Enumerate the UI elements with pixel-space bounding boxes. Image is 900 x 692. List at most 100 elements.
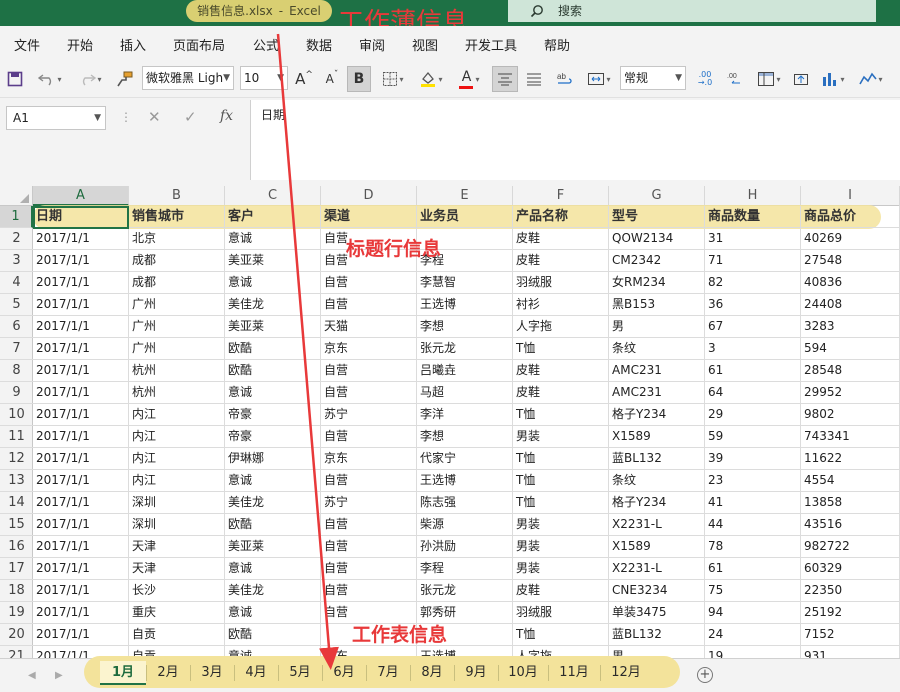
cell[interactable]: 帝豪 (225, 404, 321, 426)
cell[interactable]: 内江 (129, 404, 225, 426)
cell[interactable]: 2017/1/1 (33, 228, 129, 250)
drag-handle-icon[interactable]: ⋮ (120, 110, 132, 124)
column-header-a[interactable]: A (33, 186, 129, 206)
cell[interactable]: 自营 (321, 272, 417, 294)
row-header[interactable]: 20 (0, 624, 33, 646)
cell[interactable]: 长沙 (129, 580, 225, 602)
cell[interactable]: 39 (705, 448, 801, 470)
insert-cells-button[interactable] (790, 66, 812, 92)
cell[interactable]: 意诚 (225, 558, 321, 580)
cell[interactable]: 广州 (129, 294, 225, 316)
menu-view[interactable]: 视图 (412, 35, 438, 54)
undo-button[interactable]: ▾ (34, 66, 66, 92)
cell[interactable]: 欧酷 (225, 624, 321, 646)
cell[interactable]: 美亚莱 (225, 316, 321, 338)
scroll-left-icon[interactable]: ◀ (28, 670, 36, 681)
cell[interactable]: 型号 (609, 206, 705, 228)
cell[interactable]: X1589 (609, 536, 705, 558)
row-header[interactable]: 15 (0, 514, 33, 536)
cell[interactable]: 柴源 (417, 514, 513, 536)
worksheet-grid[interactable]: 日期 销售城市 客户 渠道 业务员 产品名称 型号 商品数量 商品总价 2017/1/1 北京 意诚自… (33, 206, 900, 658)
cell[interactable]: 欧酷 (225, 360, 321, 382)
cell[interactable]: 64 (705, 382, 801, 404)
merge-center-button[interactable]: ▾ (582, 66, 616, 92)
cell[interactable]: T恤 (513, 492, 609, 514)
cell[interactable]: 31 (705, 228, 801, 250)
cell[interactable]: 2017/1/1 (33, 404, 129, 426)
cell[interactable]: 格子Y234 (609, 492, 705, 514)
cell[interactable]: 自营 (321, 514, 417, 536)
cell[interactable]: 61 (705, 558, 801, 580)
column-header-c[interactable]: C (225, 186, 321, 206)
cell[interactable]: 2017/1/1 (33, 316, 129, 338)
cell[interactable]: 44 (705, 514, 801, 536)
cell[interactable]: 43516 (801, 514, 900, 536)
increase-decimal-button[interactable]: .00 →.0 (692, 66, 718, 92)
cell[interactable]: 3283 (801, 316, 900, 338)
cell[interactable]: 孙洪励 (417, 536, 513, 558)
search-box[interactable]: 搜索 (508, 0, 876, 22)
cell[interactable]: 7152 (801, 624, 900, 646)
sheet-tab[interactable]: 4月 (234, 661, 278, 685)
cell[interactable]: 美佳龙 (225, 580, 321, 602)
select-all-button[interactable] (0, 186, 33, 206)
cell[interactable]: CM2342 (609, 250, 705, 272)
cell[interactable]: 22350 (801, 580, 900, 602)
cell[interactable]: 2017/1/1 (33, 338, 129, 360)
cell[interactable]: 天猫 (321, 316, 417, 338)
cell[interactable]: 意诚 (225, 382, 321, 404)
cell[interactable]: 24 (705, 624, 801, 646)
row-header[interactable]: 19 (0, 602, 33, 624)
cell[interactable]: 2017/1/1 (33, 558, 129, 580)
cell[interactable]: 男装 (513, 536, 609, 558)
row-header[interactable]: 14 (0, 492, 33, 514)
cell[interactable]: AMC231 (609, 360, 705, 382)
cell[interactable]: T恤 (513, 338, 609, 360)
cell[interactable]: 2017/1/1 (33, 492, 129, 514)
cell[interactable]: 杭州 (129, 382, 225, 404)
cell[interactable]: 京东 (321, 448, 417, 470)
cell[interactable]: 2017/1/1 (33, 580, 129, 602)
cell[interactable]: 内江 (129, 448, 225, 470)
menu-data[interactable]: 数据 (306, 35, 332, 54)
row-header[interactable]: 13 (0, 470, 33, 492)
cell[interactable]: 2017/1/1 (33, 360, 129, 382)
name-box[interactable]: A1 ▼ (6, 106, 106, 130)
column-header-g[interactable]: G (609, 186, 705, 206)
bold-button[interactable]: B (347, 66, 371, 92)
cell[interactable]: 40836 (801, 272, 900, 294)
cancel-icon[interactable]: ✕ (148, 108, 161, 126)
wrap-text-button[interactable]: ab (552, 66, 578, 92)
column-header-d[interactable]: D (321, 186, 417, 206)
sheet-tab[interactable]: 12月 (600, 661, 652, 685)
cell[interactable]: 李想 (417, 426, 513, 448)
sheet-tab[interactable]: 2月 (146, 661, 190, 685)
cell[interactable]: X2231-L (609, 558, 705, 580)
formula-input[interactable]: 日期 (250, 100, 900, 180)
cell[interactable]: 982722 (801, 536, 900, 558)
cell[interactable]: 931 (801, 646, 900, 658)
cell[interactable]: T恤 (513, 404, 609, 426)
cell[interactable]: AMC231 (609, 382, 705, 404)
cell[interactable]: 广州 (129, 316, 225, 338)
cell[interactable]: 羽绒服 (513, 602, 609, 624)
cell[interactable]: 28548 (801, 360, 900, 382)
cell[interactable]: T恤 (513, 448, 609, 470)
cell[interactable]: 36 (705, 294, 801, 316)
cell[interactable]: 2017/1/1 (33, 294, 129, 316)
cell[interactable]: 产品名称 (513, 206, 609, 228)
cell[interactable]: 自营 (321, 558, 417, 580)
cell[interactable]: 25192 (801, 602, 900, 624)
sheet-tab[interactable]: 10月 (498, 661, 548, 685)
cell[interactable]: 743341 (801, 426, 900, 448)
insert-function-icon[interactable]: fx (220, 108, 233, 124)
cell[interactable]: 自营 (321, 580, 417, 602)
column-header-b[interactable]: B (129, 186, 225, 206)
row-header[interactable]: 7 (0, 338, 33, 360)
cell[interactable]: 41 (705, 492, 801, 514)
align-center-button[interactable] (492, 66, 518, 92)
cell[interactable]: 李洋 (417, 404, 513, 426)
cell[interactable]: 成都 (129, 272, 225, 294)
column-header-i[interactable]: I (801, 186, 900, 206)
cell[interactable]: 男 (609, 316, 705, 338)
